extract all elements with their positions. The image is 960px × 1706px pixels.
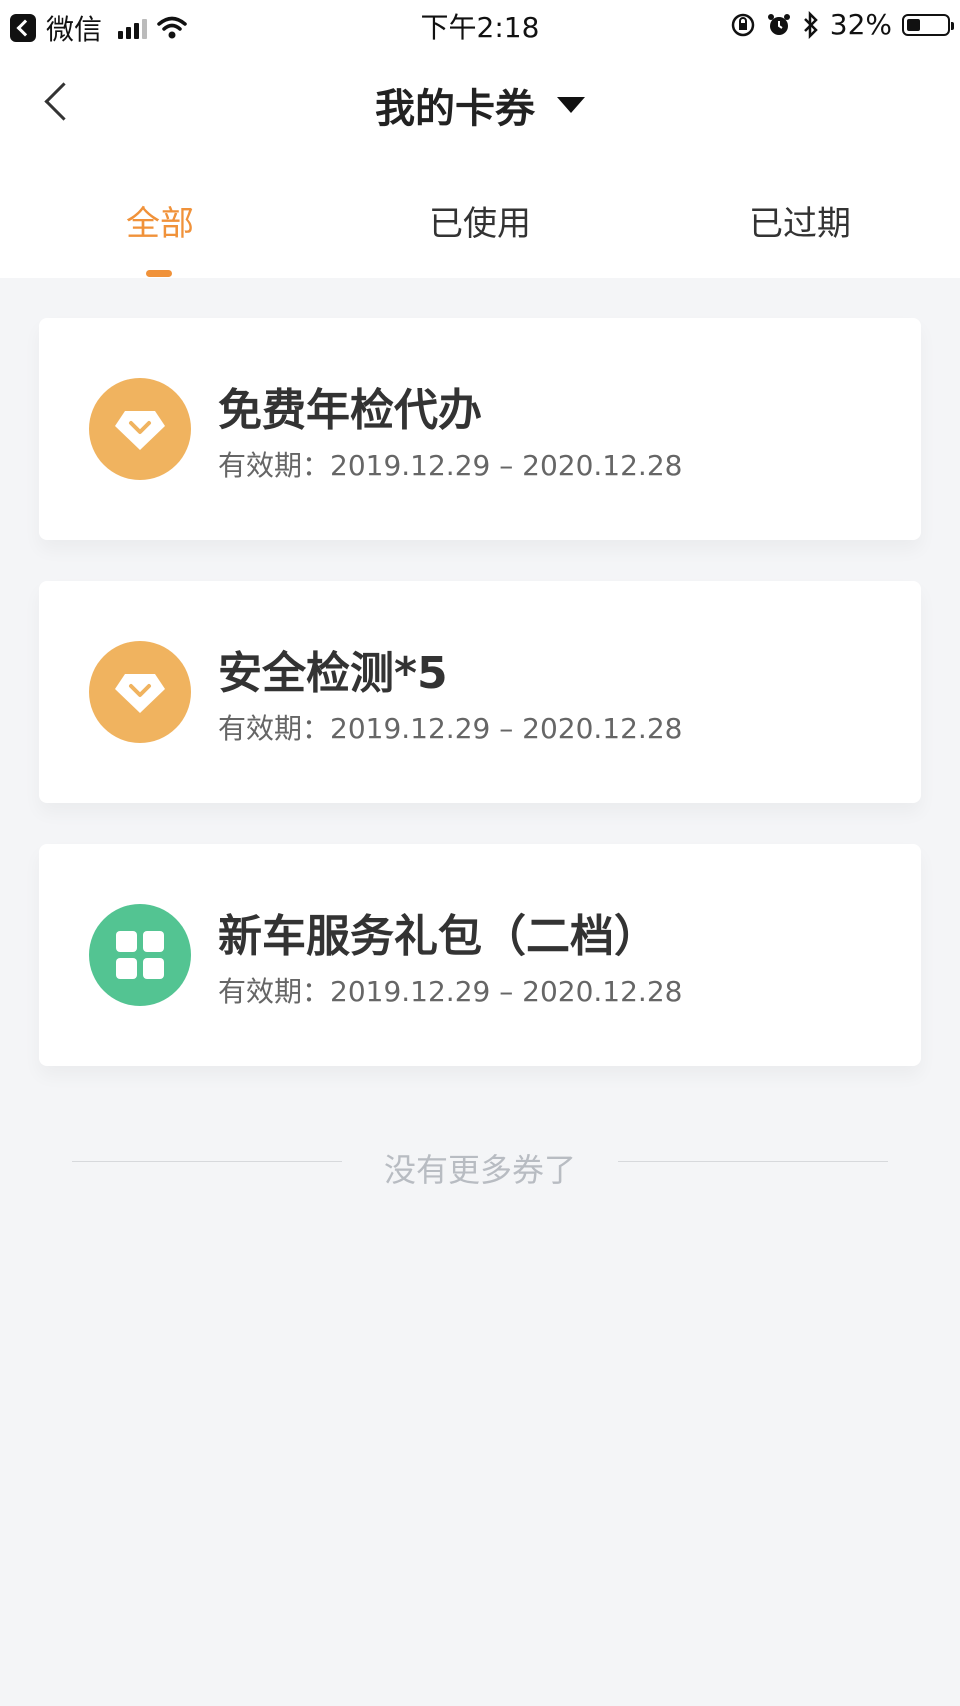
coupon-title: 免费年检代办 — [218, 385, 482, 436]
validity-label: 有效期： — [218, 975, 331, 1008]
end-of-list-divider: 没有更多券了 — [72, 1145, 888, 1189]
tab-all[interactable]: 全部 — [126, 196, 194, 245]
navigation-bar: 我的卡券 — [0, 48, 960, 166]
validity-label: 有效期： — [218, 449, 331, 482]
active-tab-indicator — [146, 270, 172, 277]
validity-range: 2019.12.29 – 2020.12.28 — [330, 449, 683, 482]
battery-percent: 32% — [829, 8, 892, 41]
coupon-title: 安全检测*5 — [218, 648, 448, 699]
orientation-lock-icon — [730, 12, 756, 38]
battery-icon — [902, 13, 954, 36]
tab-expired[interactable]: 已过期 — [749, 196, 851, 245]
alarm-icon — [766, 12, 792, 38]
coupon-card[interactable]: 安全检测*5 有效期：2019.12.29 – 2020.12.28 — [39, 581, 921, 803]
validity-range: 2019.12.29 – 2020.12.28 — [330, 975, 683, 1008]
no-more-coupons-text: 没有更多券了 — [383, 1151, 576, 1189]
coupon-validity: 有效期：2019.12.29 – 2020.12.28 — [218, 707, 682, 747]
bluetooth-icon — [802, 10, 820, 39]
battery-level-fill — [907, 18, 920, 31]
coupon-title: 新车服务礼包（二档） — [218, 911, 658, 962]
coupon-validity: 有效期：2019.12.29 – 2020.12.28 — [218, 970, 682, 1010]
page-title[interactable]: 我的卡券 — [375, 76, 535, 134]
validity-range: 2019.12.29 – 2020.12.28 — [330, 712, 683, 745]
divider-line-right — [618, 1161, 888, 1162]
diamond-icon — [89, 641, 191, 743]
status-bar: 微信 下午2:18 32% — [0, 0, 960, 48]
coupon-card[interactable]: 新车服务礼包（二档） 有效期：2019.12.29 – 2020.12.28 — [39, 844, 921, 1066]
filter-tabs: 全部 已使用 已过期 — [0, 166, 960, 278]
diamond-icon — [89, 378, 191, 480]
tab-used[interactable]: 已使用 — [429, 196, 531, 245]
validity-label: 有效期： — [218, 712, 331, 745]
caret-down-icon[interactable] — [557, 97, 585, 113]
grid-icon — [89, 904, 191, 1006]
title-dropdown[interactable]: 我的卡券 — [0, 76, 960, 134]
status-bar-right: 32% — [730, 8, 954, 41]
coupon-validity: 有效期：2019.12.29 – 2020.12.28 — [218, 444, 682, 484]
coupon-card[interactable]: 免费年检代办 有效期：2019.12.29 – 2020.12.28 — [39, 318, 921, 540]
